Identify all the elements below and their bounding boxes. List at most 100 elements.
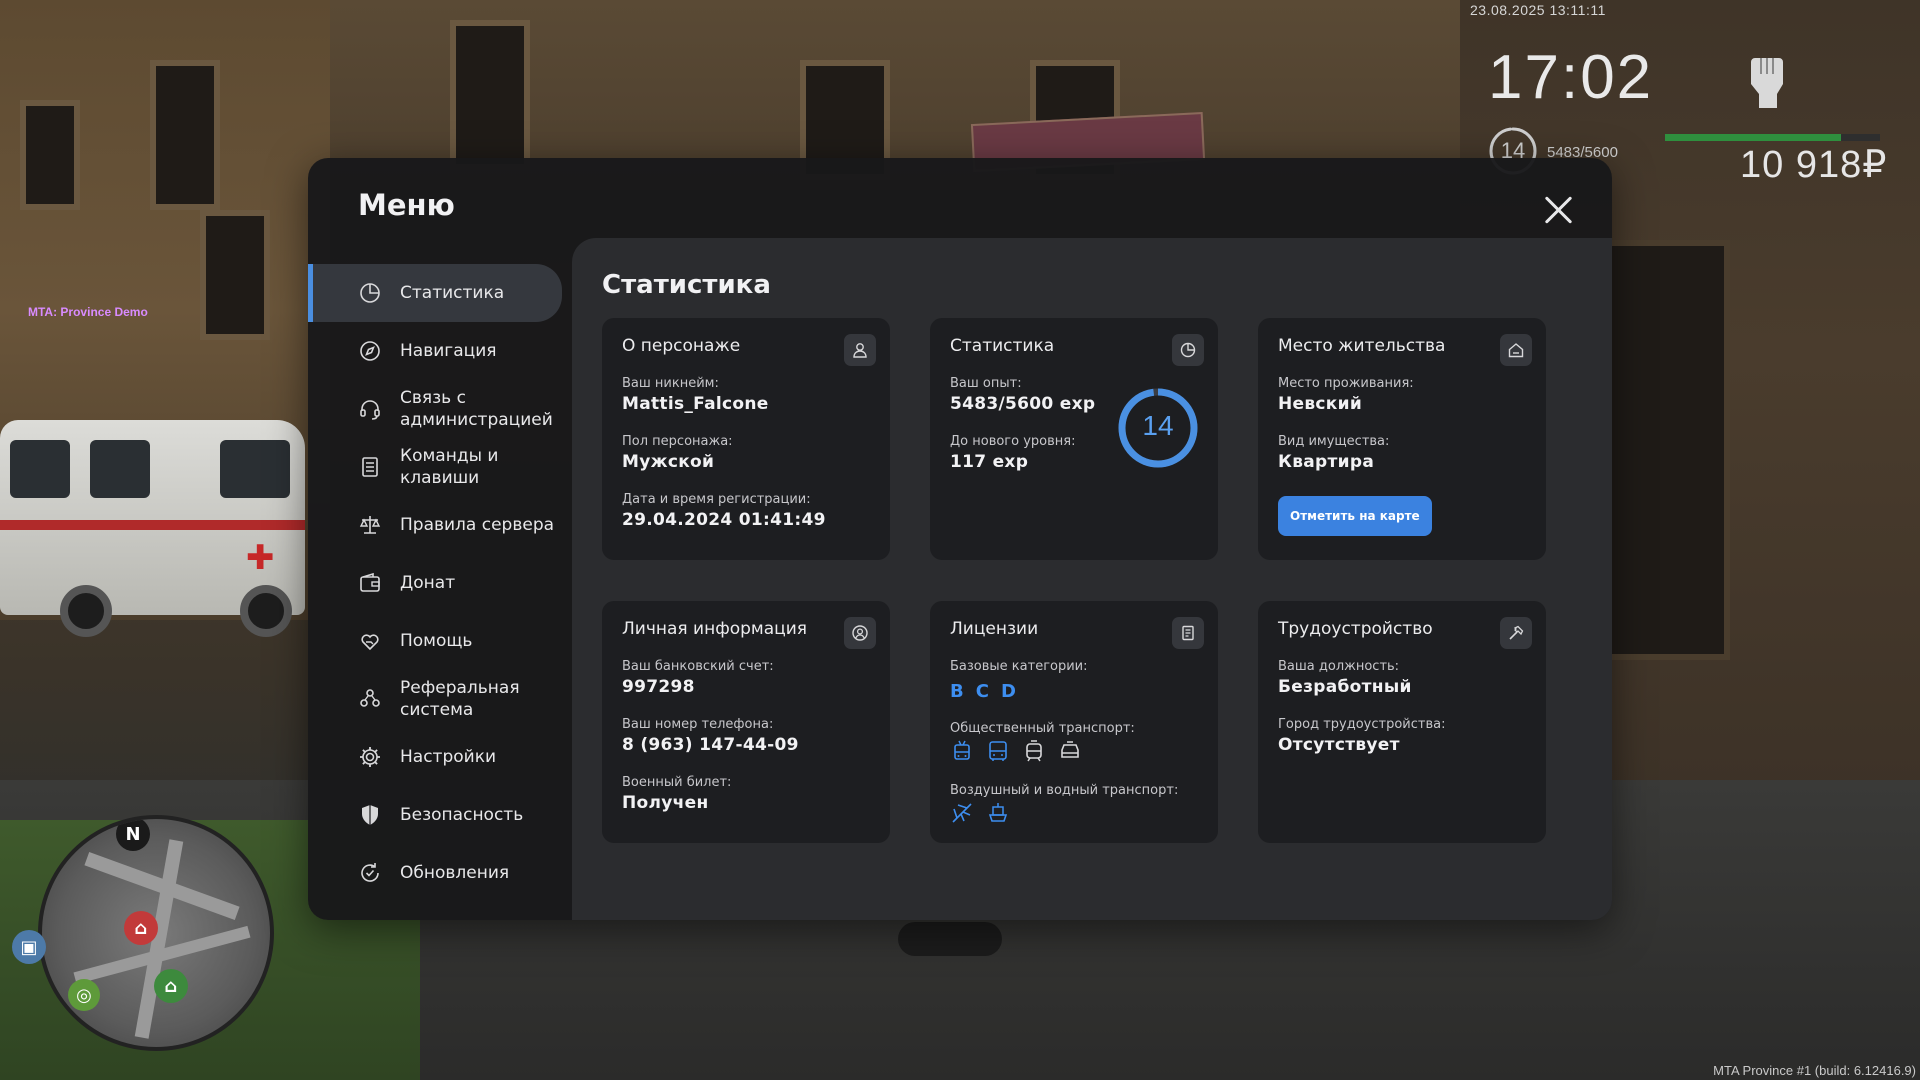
sidebar: Статистика Навигация Связь с администрац… <box>308 264 562 902</box>
sidebar-item-referral[interactable]: Реферальная система <box>308 670 562 728</box>
boat-icon <box>986 801 1010 825</box>
sidebar-item-commands[interactable]: Команды и клавиши <box>308 438 562 496</box>
bank-account-label: Ваш банковский счет: <box>622 659 774 674</box>
sidebar-item-label: Команды и клавиши <box>400 446 499 488</box>
sidebar-item-security[interactable]: Безопасность <box>308 786 562 844</box>
license-category: B <box>950 681 964 702</box>
minimap[interactable]: N ⌂ ⌂ ◎ <box>38 815 274 1051</box>
public-transport-icons <box>950 739 1082 763</box>
sidebar-item-help[interactable]: Помощь <box>308 612 562 670</box>
taxi-icon <box>1058 739 1082 763</box>
sidebar-item-label: Правила сервера <box>400 515 555 535</box>
job-position-label: Ваша должность: <box>1278 659 1400 674</box>
server-tag: MTA: Province Demo <box>28 305 148 319</box>
exp-label: Ваш опыт: <box>950 376 1022 391</box>
house-marker-icon: ⌂ <box>124 911 158 945</box>
menu-window: Меню Статистика Навигация Связь с админи… <box>308 158 1612 920</box>
trolleybus-icon <box>950 739 974 763</box>
user-circle-icon <box>844 617 876 649</box>
sidebar-item-label: Безопасность <box>400 805 524 825</box>
content-title: Статистика <box>602 270 771 300</box>
ambulance-van: ✚ <box>0 420 305 637</box>
mark-on-map-button[interactable]: Отметить на карте <box>1278 496 1432 536</box>
property-type-label: Вид имущества: <box>1278 434 1390 449</box>
sidebar-item-rules[interactable]: Правила сервера <box>308 496 562 554</box>
card-title: Место жительства <box>1278 336 1446 356</box>
next-level-value: 117 exp <box>950 452 1029 472</box>
sidebar-item-label: Обновления <box>400 863 510 883</box>
phone-value: 8 (963) 147-44-09 <box>622 735 799 755</box>
license-category: D <box>1000 681 1016 702</box>
menu-title: Меню <box>358 188 455 222</box>
house-icon <box>1500 334 1532 366</box>
residence-place-value: Невский <box>1278 394 1363 414</box>
health-bar-fill <box>1665 134 1842 141</box>
gender-label: Пол персонажа: <box>622 434 733 449</box>
card-title: Трудоустройство <box>1278 619 1433 639</box>
sidebar-item-updates[interactable]: Обновления <box>308 844 562 902</box>
people-icon <box>358 687 382 711</box>
compass-icon <box>358 339 382 363</box>
hud-datetime: 23.08.2025 13:11:11 <box>1470 2 1606 18</box>
card-title: О персонаже <box>622 336 741 356</box>
close-icon[interactable] <box>1538 190 1578 230</box>
bank-account-value: 997298 <box>622 677 695 697</box>
residence-place-label: Место проживания: <box>1278 376 1414 391</box>
level-number: 14 <box>1142 410 1174 441</box>
license-category: C <box>975 681 989 702</box>
target-marker-icon: ◎ <box>68 979 100 1011</box>
headset-icon <box>358 397 382 421</box>
card-statistics: Статистика Ваш опыт: 5483/5600 exp До но… <box>930 318 1218 560</box>
shield-icon <box>358 803 382 827</box>
sidebar-item-admin-contact[interactable]: Связь с администрацией <box>308 380 562 438</box>
job-city-label: Город трудоустройства: <box>1278 717 1446 732</box>
document-icon <box>1172 617 1204 649</box>
hud-money: 10 918₽ <box>1740 144 1888 186</box>
hud-clock: 17:02 <box>1488 43 1654 112</box>
sidebar-item-donate[interactable]: Донат <box>308 554 562 612</box>
sidebar-item-navigation[interactable]: Навигация <box>308 322 562 380</box>
fist-icon <box>1745 52 1791 112</box>
card-character: О персонаже Ваш никнейм: Mattis_Falcone … <box>602 318 890 560</box>
minimap-north: N <box>116 819 150 851</box>
sidebar-item-label: Донат <box>400 573 456 593</box>
scales-icon <box>358 513 382 537</box>
phone-label: Ваш номер телефона: <box>622 717 774 732</box>
pie-chart-icon <box>358 281 382 305</box>
card-licenses: Лицензии Базовые категории: B C D Общест… <box>930 601 1218 843</box>
refresh-icon <box>358 861 382 885</box>
hammer-icon <box>1500 617 1532 649</box>
property-type-value: Квартира <box>1278 452 1375 472</box>
list-icon <box>358 455 382 479</box>
wallet-icon <box>358 571 382 595</box>
card-title: Личная информация <box>622 619 808 639</box>
card-employment: Трудоустройство Ваша должность: Безработ… <box>1258 601 1546 843</box>
card-title: Лицензии <box>950 619 1039 639</box>
card-personal-info: Личная информация Ваш банковский счет: 9… <box>602 601 890 843</box>
air-water-transport-icons <box>950 801 1010 825</box>
public-transport-label: Общественный транспорт: <box>950 721 1135 736</box>
registration-label: Дата и время регистрации: <box>622 492 811 507</box>
tram-icon <box>1022 739 1046 763</box>
pie-chart-icon <box>1172 334 1204 366</box>
health-bar <box>1665 134 1880 141</box>
sidebar-item-label: Статистика <box>400 283 505 303</box>
sidebar-item-label: Навигация <box>400 341 497 361</box>
nickname-value: Mattis_Falcone <box>622 394 769 414</box>
exp-value: 5483/5600 exp <box>950 394 1096 414</box>
plane-icon <box>950 801 974 825</box>
license-categories: B C D <box>950 681 1016 702</box>
sidebar-item-label: Настройки <box>400 747 497 767</box>
sidebar-item-statistics[interactable]: Статистика <box>308 264 562 322</box>
sidebar-item-settings[interactable]: Настройки <box>308 728 562 786</box>
nickname-label: Ваш никнейм: <box>622 376 719 391</box>
military-id-label: Военный билет: <box>622 775 732 790</box>
home-marker-icon: ⌂ <box>154 969 188 1003</box>
vehicle-marker-icon: ▣ <box>12 930 46 964</box>
military-id-value: Получен <box>622 793 709 813</box>
content-panel: Статистика О персонаже Ваш никнейм: Matt… <box>572 238 1612 920</box>
heart-hand-icon <box>358 629 382 653</box>
job-position-value: Безработный <box>1278 677 1412 697</box>
user-icon <box>844 334 876 366</box>
card-title: Статистика <box>950 336 1055 356</box>
